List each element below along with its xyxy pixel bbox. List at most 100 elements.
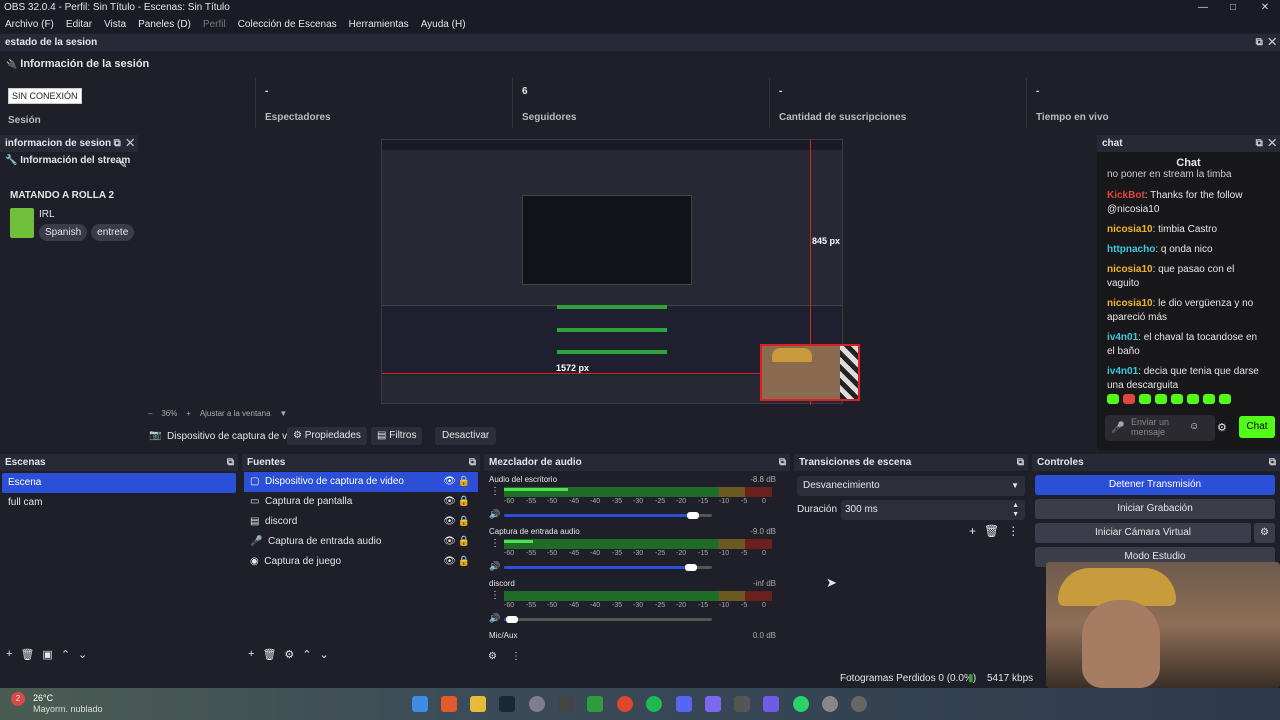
minimize-button[interactable]: — [1188,0,1218,15]
channel-menu-icon[interactable]: ⋮ [490,486,500,497]
lock-icon[interactable]: 🔒 [458,552,470,572]
spotify-icon[interactable] [646,696,662,712]
menu-bar: Archivo (F) Editar Vista Paneles (D) Per… [0,15,1280,33]
menu-dots-icon[interactable]: ⋮ [511,651,521,662]
source-item[interactable]: ▭ Captura de pantalla 👁 🔒 [244,492,478,512]
settings-icon[interactable] [822,696,838,712]
obs-icon[interactable] [529,696,545,712]
float-icon[interactable]: ⧉ [1017,454,1024,471]
emoji-icon[interactable]: ☺ [1189,421,1199,432]
lock-icon[interactable]: 🔒 [458,472,470,492]
eye-icon[interactable]: 👁 [443,512,456,532]
float-icon[interactable]: ⧉ [779,454,786,471]
virtual-camera-settings-icon[interactable]: ⚙ [1254,523,1275,543]
trash-icon[interactable]: 🗑 [262,648,276,661]
mic-icon[interactable]: 🎤 [1111,421,1125,434]
edit-icon[interactable]: ✎ [119,160,127,171]
volume-knob[interactable] [687,512,699,519]
chat-input[interactable]: 🎤 Enviar un mensaje ☺ [1105,415,1215,441]
transition-select[interactable]: Desvanecimiento ▼ [797,476,1025,496]
trash-icon[interactable]: 🗑 [984,524,999,538]
volume-slider[interactable] [504,564,712,571]
eye-icon[interactable]: 👁 [443,532,456,552]
menu-vista[interactable]: Vista [104,19,126,30]
windows-start-icon[interactable] [412,696,428,712]
lock-icon[interactable]: 🔒 [458,532,470,552]
app-icon[interactable] [617,696,633,712]
menu-herramientas[interactable]: Herramientas [349,19,409,30]
folder-icon[interactable] [470,696,486,712]
speaker-icon[interactable]: 🔊 [489,613,500,624]
app-icon[interactable] [734,696,750,712]
scene-item[interactable]: Escena [2,473,236,493]
speaker-icon[interactable]: 🔊 [489,509,500,520]
add-icon[interactable]: + [248,648,254,661]
gear-icon[interactable]: ⚙ [284,648,294,661]
speaker-icon[interactable]: 🔊 [489,561,500,572]
menu-archivo[interactable]: Archivo (F) [5,19,54,30]
brave-icon[interactable] [441,696,457,712]
volume-slider[interactable] [504,616,712,623]
lock-icon[interactable]: 🔒 [458,512,470,532]
xbox-icon[interactable] [587,696,603,712]
start-recording-button[interactable]: Iniciar Grabación [1035,499,1275,519]
move-down-icon[interactable]: ⌄ [320,648,329,661]
settings-icon[interactable]: ⚙ [1217,421,1227,434]
dock-float-close-icons[interactable]: ⧉ ✕ [114,135,134,152]
maximize-button[interactable]: □ [1218,0,1248,15]
steam-icon[interactable] [499,696,515,712]
source-item[interactable]: ▢ Dispositivo de captura de video 👁 🔒 [244,472,478,492]
chat-send-button[interactable]: Chat [1239,416,1275,438]
volume-knob[interactable] [685,564,697,571]
app-icon[interactable] [763,696,779,712]
preview-canvas[interactable]: 845 px 1572 px [145,135,1090,407]
menu-paneles[interactable]: Paneles (D) [138,19,191,30]
add-icon[interactable]: + [969,524,976,538]
eye-icon[interactable]: 👁 [443,552,456,572]
channel-menu-icon[interactable]: ⋮ [490,590,500,601]
duration-input[interactable]: 300 ms ▲ ▼ [841,500,1025,520]
scene-item[interactable]: full cam [2,493,236,513]
move-up-icon[interactable]: ⌃ [61,648,70,661]
float-icon[interactable]: ⧉ [469,454,476,471]
volume-slider[interactable] [504,512,712,519]
properties-button[interactable]: ⚙ Propiedades [287,427,367,445]
advanced-audio-icon[interactable]: ⚙ [488,651,497,662]
app-icon[interactable] [558,696,574,712]
zoom-controls[interactable]: – 36% + Ajustar a la ventana ▼ [148,409,287,418]
obs-taskbar-icon[interactable] [851,696,867,712]
menu-editar[interactable]: Editar [66,19,92,30]
close-window-button[interactable]: ✕ [1250,0,1280,15]
source-item[interactable]: 🎤 Captura de entrada audio 👁 🔒 [244,532,478,552]
float-icon[interactable]: ⧉ [227,454,234,471]
trash-icon[interactable]: 🗑 [20,648,34,661]
menu-perfil[interactable]: Perfil [203,19,226,30]
source-item[interactable]: ◉ Captura de juego 👁 🔒 [244,552,478,572]
dock-float-close-icons[interactable]: ⧉ ✕ [1256,135,1276,152]
discord-icon[interactable] [676,696,692,712]
eye-icon[interactable]: 👁 [443,472,456,492]
menu-coleccion-escenas[interactable]: Colección de Escenas [238,19,337,30]
move-up-icon[interactable]: ⌃ [302,648,311,661]
app-icon[interactable] [705,696,721,712]
move-down-icon[interactable]: ⌄ [78,648,87,661]
filter-icon[interactable]: ▣ [42,648,52,661]
whatsapp-icon[interactable] [793,696,809,712]
menu-ayuda[interactable]: Ayuda (H) [421,19,466,30]
tick-label: -10 [719,550,730,557]
menu-dots-icon[interactable]: ⋮ [1007,524,1019,538]
filters-button[interactable]: ▤ Filtros [371,427,423,445]
channel-menu-icon[interactable]: ⋮ [490,538,500,549]
lock-icon[interactable]: 🔒 [458,492,470,512]
stop-streaming-button[interactable]: Detener Transmisión [1035,475,1275,495]
emote-row[interactable] [1107,394,1267,404]
webcam-source-selected[interactable] [760,344,860,401]
start-virtual-camera-button[interactable]: Iniciar Cámara Virtual [1035,523,1251,543]
deactivate-button[interactable]: Desactivar [435,427,497,445]
volume-knob[interactable] [506,616,518,623]
source-item[interactable]: ▤ discord 👁 🔒 [244,512,478,532]
add-icon[interactable]: + [6,648,12,661]
float-icon[interactable]: ⧉ [1269,454,1276,471]
dock-float-close-icons[interactable]: ⧉ ✕ [1256,34,1276,51]
eye-icon[interactable]: 👁 [443,492,456,512]
